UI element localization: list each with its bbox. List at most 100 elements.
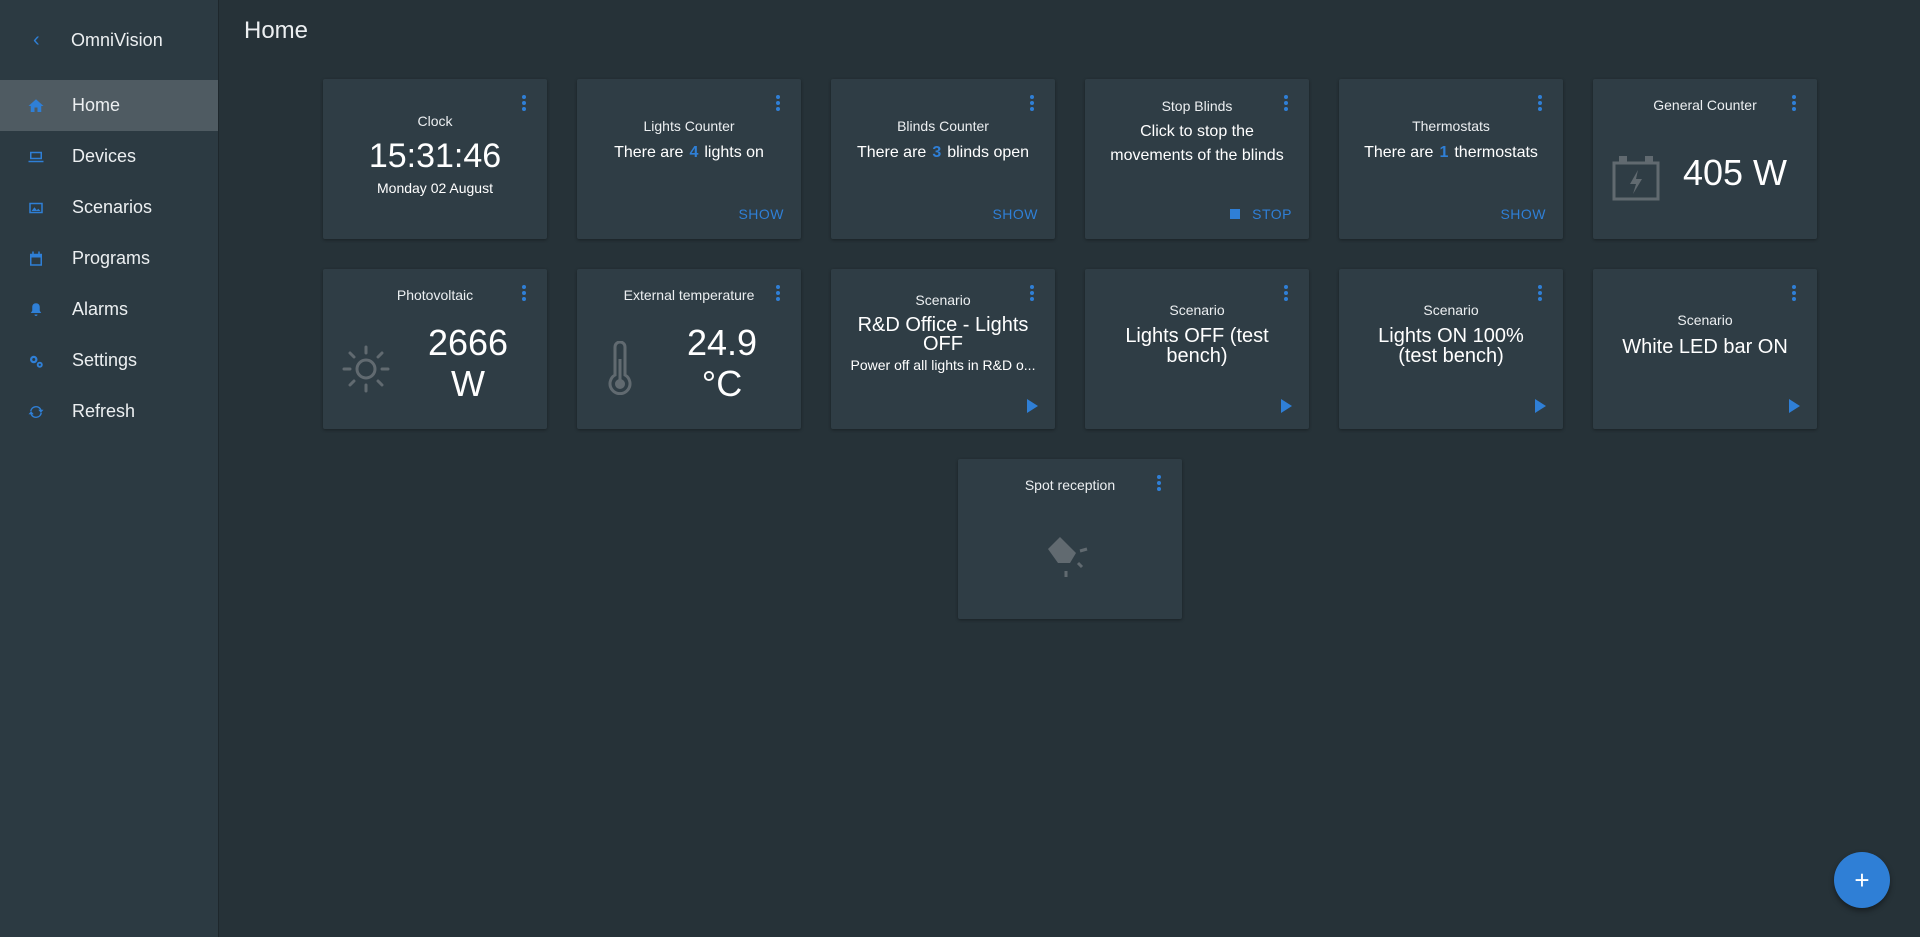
card-menu-icon[interactable] — [1789, 283, 1799, 303]
sidebar-item-refresh[interactable]: Refresh — [0, 386, 218, 437]
clock-date: Monday 02 August — [377, 180, 493, 196]
clock-time: 15:31:46 — [368, 137, 502, 175]
scenario-name-line1: White LED bar ON — [1622, 336, 1788, 358]
sidebar-item-programs[interactable]: Programs — [0, 233, 218, 284]
lights-counter-text: There are 4 lights on — [577, 144, 801, 162]
scenario-card: Scenario White LED bar ON — [1593, 269, 1817, 429]
scenario-name-line2: OFF — [923, 333, 963, 355]
scenario-card: Scenario R&D Office - Lights OFF Power o… — [831, 269, 1055, 429]
counter-prefix: There are — [614, 144, 684, 161]
photovoltaic-card: Photovoltaic 2666 W — [323, 269, 547, 429]
stop-blinds-line2: movements of the blinds — [1110, 147, 1284, 164]
sidebar-item-label: Scenarios — [72, 197, 153, 217]
brand: ‹ OmniVision — [0, 0, 218, 80]
card-menu-icon[interactable] — [519, 93, 529, 113]
bell-icon — [26, 300, 46, 320]
gears-icon — [26, 351, 46, 371]
battery-charging-icon — [1612, 156, 1660, 201]
sidebar-item-label: Devices — [72, 146, 137, 166]
counter-suffix: thermostats — [1454, 144, 1538, 161]
sidebar-item-label: Programs — [72, 248, 151, 268]
spot-reception-card[interactable]: Spot reception — [958, 459, 1182, 619]
thermostats-count: 1 — [1439, 144, 1449, 161]
show-label: SHOW — [992, 206, 1038, 222]
lights-count: 4 — [689, 144, 699, 161]
blinds-counter-text: There are 3 blinds open — [831, 144, 1055, 162]
card-menu-icon[interactable] — [1027, 93, 1037, 113]
scenario-name-line1: R&D Office - Lights — [857, 314, 1029, 336]
calendar-icon — [26, 249, 46, 269]
external-temperature-card: External temperature 24.9 °C — [577, 269, 801, 429]
laptop-icon — [26, 147, 46, 167]
card-menu-icon[interactable] — [1281, 283, 1291, 303]
page-title: Home — [244, 17, 309, 44]
lights-counter-card: Lights Counter There are 4 lights on SHOW — [577, 79, 801, 239]
chevron-left-icon[interactable]: ‹ — [33, 30, 71, 50]
card-title: External temperature — [623, 287, 755, 303]
stop-icon — [1230, 209, 1241, 219]
sidebar-item-label: Alarms — [72, 299, 129, 319]
home-icon — [26, 96, 46, 116]
play-icon[interactable] — [1281, 399, 1292, 413]
counter-prefix: There are — [1364, 144, 1434, 161]
temperature-unit: °C — [701, 363, 743, 404]
card-title: Scenario — [915, 292, 971, 308]
play-icon[interactable] — [1027, 399, 1038, 413]
clock-card: Clock 15:31:46 Monday 02 August — [323, 79, 547, 239]
stop-blinds-card: Stop Blinds Click to stop the movements … — [1085, 79, 1309, 239]
sidebar-item-scenarios[interactable]: Scenarios — [0, 182, 218, 233]
add-button[interactable]: + — [1834, 852, 1890, 908]
thermometer-icon — [608, 341, 632, 395]
app-name: OmniVision — [71, 29, 163, 50]
general-counter-card: General Counter 405 W — [1593, 79, 1817, 239]
scenario-name-line2: (test bench) — [1398, 345, 1504, 367]
play-icon[interactable] — [1789, 399, 1800, 413]
counter-prefix: There are — [856, 144, 927, 161]
sidebar-item-settings[interactable]: Settings — [0, 335, 218, 386]
scenario-name-line1: Lights ON 100% — [1378, 325, 1524, 347]
show-label: SHOW — [1500, 206, 1546, 222]
stop-label: STOP — [1252, 206, 1292, 222]
sidebar: ‹ OmniVision Home Devices Scenarios Prog… — [0, 0, 219, 937]
sidebar-item-home[interactable]: Home — [0, 80, 218, 131]
card-title: General Counter — [1653, 97, 1757, 113]
image-icon — [26, 198, 46, 218]
card-menu-icon[interactable] — [1535, 93, 1545, 113]
scenario-card: Scenario Lights ON 100% (test bench) — [1339, 269, 1563, 429]
spotlight-icon — [1048, 537, 1088, 577]
sidebar-item-label: Refresh — [72, 401, 136, 421]
plus-icon: + — [1854, 864, 1870, 895]
sidebar-item-label: Home — [72, 95, 121, 115]
photovoltaic-unit: W — [451, 363, 485, 404]
sun-icon — [342, 345, 390, 393]
blinds-counter-card: Blinds Counter There are 3 blinds open SHO… — [831, 79, 1055, 239]
counter-suffix: blinds open — [947, 144, 1030, 161]
card-title: Photovoltaic — [396, 287, 474, 303]
card-title: Lights Counter — [643, 118, 735, 134]
thermostats-card: Thermostats There are 1 thermostats SHOW — [1339, 79, 1563, 239]
card-menu-icon[interactable] — [1535, 283, 1545, 303]
scenario-description: Power off all lights in R&D o... — [850, 357, 1036, 373]
blinds-count: 3 — [932, 144, 942, 161]
card-title: Scenario — [1169, 302, 1225, 318]
counter-suffix: lights on — [704, 144, 764, 161]
card-title: Blinds Counter — [897, 118, 989, 134]
sidebar-item-devices[interactable]: Devices — [0, 131, 218, 182]
thermostats-counter-text: There are 1 thermostats — [1339, 144, 1563, 162]
sidebar-item-alarms[interactable]: Alarms — [0, 284, 218, 335]
show-thermostats-button[interactable]: SHOW — [1500, 206, 1546, 222]
general-counter-value: 405 W — [1682, 152, 1788, 193]
scenario-name-line1: Lights OFF (test — [1125, 325, 1269, 347]
stop-button[interactable]: STOP — [1230, 206, 1292, 222]
scenario-card: Scenario Lights OFF (test bench) — [1085, 269, 1309, 429]
play-icon[interactable] — [1535, 399, 1546, 413]
show-label: SHOW — [738, 206, 784, 222]
show-blinds-button[interactable]: SHOW — [992, 206, 1038, 222]
card-menu-icon[interactable] — [773, 93, 783, 113]
sidebar-item-label: Settings — [72, 350, 138, 370]
refresh-icon — [26, 402, 46, 422]
card-title: Scenario — [1423, 302, 1479, 318]
scenario-name-line2: bench) — [1166, 345, 1228, 367]
temperature-value: 24.9 — [686, 322, 758, 363]
show-lights-button[interactable]: SHOW — [738, 206, 784, 222]
